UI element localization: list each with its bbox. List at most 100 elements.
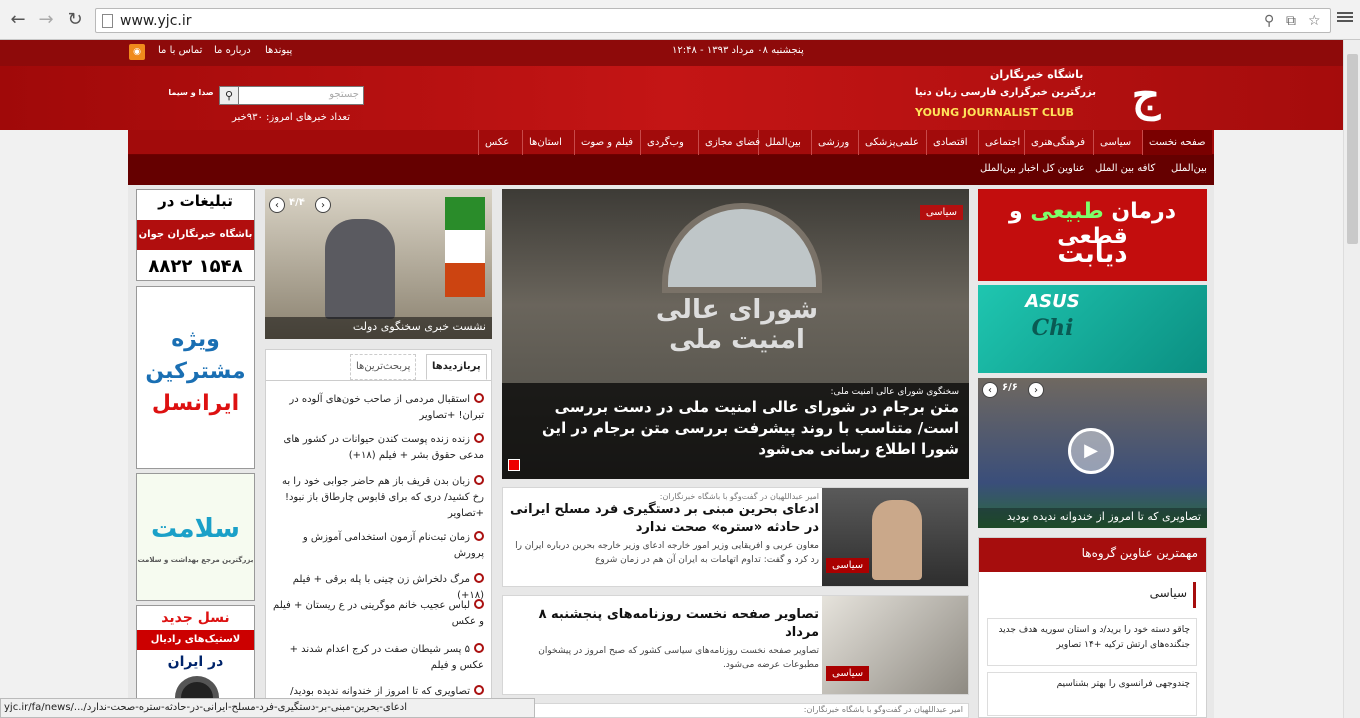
search-icon[interactable]: ⚲	[1264, 13, 1274, 29]
top-groups-item[interactable]: چاقو دسته خود را برید/د و استان سوریه هد…	[987, 618, 1197, 666]
news-card-kicker: امیر عبداللهیان در گفت‌وگو با باشگاه خبر…	[803, 705, 963, 714]
news-card[interactable]: سیاسی امیر عبداللهیان در گفت‌وگو با باشگ…	[502, 487, 969, 587]
nav-sports[interactable]: ورزشی	[811, 130, 855, 155]
slide-counter: ۴/۴	[289, 197, 305, 208]
ad-irancell-l1: ویژه	[171, 327, 220, 352]
hero-headline: متن برجام در شورای عالی امنیت ملی در دست…	[541, 398, 959, 458]
top-bar: ◉ تماس با ما درباره ما پیوندها ۱۲:۴۸ - پ…	[0, 40, 1343, 66]
ad-yjc-phone: ۸۸۲۲ ۱۵۴۸	[148, 256, 243, 277]
about-link[interactable]: درباره ما	[214, 45, 251, 56]
ad-diabetes[interactable]: درمان طبیعی و قطعی دیابت	[978, 189, 1207, 281]
vertical-scrollbar[interactable]	[1343, 40, 1360, 718]
menu-icon[interactable]	[1337, 10, 1353, 24]
list-item[interactable]: استقبال مردمی از صاحب خون‌های آلوده در ت…	[272, 392, 484, 424]
nav-webgardi[interactable]: وب‌گردی	[640, 130, 690, 155]
bullet-icon	[474, 531, 484, 541]
nav-social[interactable]: اجتماعی	[978, 130, 1026, 155]
nav-home[interactable]: صفحه نخست	[1142, 130, 1212, 155]
search-button[interactable]: ⚲	[219, 86, 239, 105]
hero-category-tag[interactable]: سیاسی	[919, 205, 963, 220]
top-groups-item[interactable]: چندوجهی فرانسوی را بهتر بشناسیم	[987, 672, 1197, 716]
bullet-icon	[474, 573, 484, 583]
news-card-thumbnail: سیاسی	[822, 596, 968, 694]
tabs-divider	[266, 380, 491, 381]
bullet-icon	[474, 685, 484, 695]
ad-salamat[interactable]: سلامت بزرگترین مرجع بهداشت و سلامت	[136, 473, 255, 601]
brand-tagline: بزرگترین خبرگزاری فارسی زبان دنیا	[915, 87, 1096, 98]
translate-icon[interactable]: ⧉	[1286, 13, 1296, 29]
news-card-peek[interactable]: امیر عبداللهیان در گفت‌وگو با باشگاه خبر…	[502, 703, 969, 718]
rss-icon[interactable]: ◉	[129, 44, 145, 60]
news-card-title[interactable]: تصاویر صفحه نخست روزنامه‌های پنجشنبه ۸ م…	[509, 606, 819, 642]
contact-link[interactable]: تماس با ما	[158, 45, 202, 56]
subnav-cafe[interactable]: کافه بین الملل	[1095, 163, 1155, 174]
list-item-text: لباس عجیب خانم موگرینی در ع ریستان + فیل…	[273, 600, 484, 627]
slide-caption[interactable]: تصاویری که تا امروز از خندوانه ندیده بود…	[978, 508, 1207, 528]
links-link[interactable]: پیوندها	[265, 45, 292, 56]
news-card-tag[interactable]: سیاسی	[826, 558, 870, 573]
back-arrow-icon[interactable]: ←	[6, 8, 30, 32]
web-page: ◉ تماس با ما درباره ما پیوندها ۱۲:۴۸ - پ…	[0, 40, 1343, 718]
video-slider[interactable]: ▶ ‹ › ۶/۶ تصاویری که تا امروز از خندوانه…	[978, 378, 1207, 528]
ad-asus-brand: ASUS	[1025, 291, 1080, 312]
top-groups-section[interactable]: سیاسی	[1096, 582, 1196, 608]
portrait-face	[872, 500, 922, 580]
news-card-title[interactable]: ادعای بحرین مبنی بر دستگیری فرد مسلح ایر…	[509, 501, 819, 537]
url-text: www.yjc.ir	[120, 13, 192, 29]
reload-icon[interactable]: ↻	[63, 8, 87, 32]
main-nav: صفحه نخست سیاسی فرهنگی‌هنری اجتماعی اقتص…	[128, 130, 1214, 155]
top-groups-title: مهمترین عناوین گروه‌ها	[979, 538, 1206, 572]
status-bar-url: yjc.ir/fa/news/.../ادعای-بحرین-مبنی-بر-د…	[0, 698, 535, 718]
bullet-icon	[474, 599, 484, 609]
address-bar[interactable]: www.yjc.ir ⚲ ⧉ ☆	[95, 8, 1331, 33]
scrollbar-thumb[interactable]	[1347, 54, 1358, 244]
ad-salamat-sub: بزرگترین مرجع بهداشت و سلامت	[137, 556, 254, 564]
news-card[interactable]: سیاسی تصاویر صفحه نخست روزنامه‌های پنجشن…	[502, 595, 969, 695]
ad-tires-l1: نسل جدید	[161, 610, 230, 626]
star-icon[interactable]: ☆	[1308, 13, 1321, 29]
nav-photo[interactable]: عکس	[478, 130, 515, 155]
subnav-international[interactable]: بین‌الملل	[1171, 163, 1207, 174]
ad-yjc-advertising[interactable]: تبلیغات در باشگاه خبرنگاران جوان ۸۸۲۲ ۱۵…	[136, 189, 255, 281]
list-item[interactable]: لباس عجیب خانم موگرینی در ع ریستان + فیل…	[272, 598, 484, 630]
next-arrow-icon[interactable]: ›	[1028, 382, 1044, 398]
hero-caption[interactable]: سخنگوی شورای عالی امنیت ملی: متن برجام د…	[502, 383, 969, 479]
ad-tires-l2: لاستیک‌های رادیال	[137, 630, 254, 650]
list-item[interactable]: زمان ثبت‌نام آزمون استخدامی آموزش و پرور…	[272, 530, 484, 562]
yjc-logo[interactable]: ج	[1100, 70, 1192, 128]
nav-provinces[interactable]: استان‌ها	[522, 130, 568, 155]
hero-slider[interactable]: شورای عالی امنیت ملی سیاسی سخنگوی شورای …	[502, 189, 969, 479]
nav-culture[interactable]: فرهنگی‌هنری	[1024, 130, 1091, 155]
nav-science[interactable]: علمی‌پزشکی	[858, 130, 925, 155]
tab-most-discussed[interactable]: پربحث‌ترین‌ها	[350, 354, 417, 380]
subnav-all-titles[interactable]: عناوین کل اخبار بین‌الملل	[980, 163, 1085, 174]
ad-diabetes-line2: دیابت	[1057, 239, 1128, 269]
news-card-text: تصاویر صفحه نخست روزنامه‌های پنجشنبه ۸ م…	[509, 606, 819, 672]
ad-irancell[interactable]: ویژه مشترکین ایرانسل	[136, 286, 255, 469]
small-photo-slider[interactable]: ‹ › ۴/۴ نشست خبری سخنگوی دولت	[265, 189, 492, 339]
news-card-tag[interactable]: سیاسی	[826, 666, 870, 681]
list-item[interactable]: زبان بدن قریف باز هم حاضر جوابی خود را ب…	[272, 474, 484, 522]
slide-indicator-icon[interactable]	[508, 459, 520, 471]
nav-politics[interactable]: سیاسی	[1093, 130, 1137, 155]
nav-media[interactable]: فیلم و صوت	[574, 130, 639, 155]
next-arrow-icon[interactable]: ›	[315, 197, 331, 213]
prev-arrow-icon[interactable]: ‹	[269, 197, 285, 213]
search-input[interactable]: جستجو	[238, 86, 364, 105]
list-item-text: زمان ثبت‌نام آزمون استخدامی آموزش و پرور…	[302, 532, 484, 559]
nav-economy[interactable]: اقتصادی	[926, 130, 974, 155]
list-item[interactable]: ۵ پسر شیطان صفت در کرج اعدام شدند + عکس …	[272, 642, 484, 674]
prev-arrow-icon[interactable]: ‹	[982, 382, 998, 398]
tab-most-viewed[interactable]: پربازدیدها	[426, 354, 487, 380]
list-item-text: زبان بدن قریف باز هم حاضر جوابی خود را ب…	[281, 476, 484, 519]
forward-arrow-icon[interactable]: →	[34, 8, 58, 32]
play-icon[interactable]: ▶	[1068, 428, 1114, 474]
datetime: ۱۲:۴۸ - پنجشنبه ۰۸ مرداد ۱۳۹۳	[672, 45, 804, 56]
ad-yjc-line2: باشگاه خبرنگاران جوان	[137, 220, 254, 250]
list-item[interactable]: زنده زنده پوست کندن حیوانات در کشور های …	[272, 432, 484, 464]
irib-logo[interactable]: صدا و سیما	[166, 76, 216, 122]
slide-caption[interactable]: نشست خبری سخنگوی دولت	[265, 317, 492, 339]
ad-asus[interactable]: ASUS Chi	[978, 285, 1207, 373]
nav-cyberspace[interactable]: فضای مجازی	[698, 130, 766, 155]
list-item-text: تصاویری که تا امروز از خندوانه ندیده بود…	[290, 686, 470, 697]
